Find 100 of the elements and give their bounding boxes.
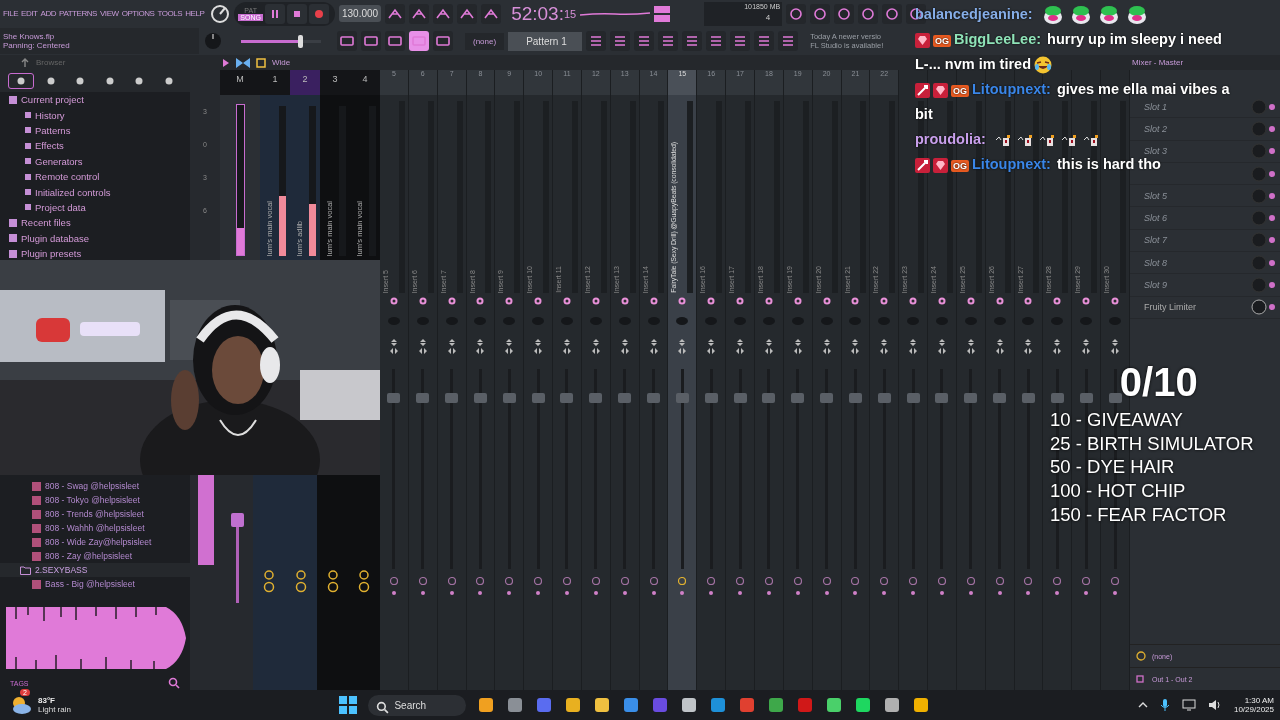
pan-icon[interactable] [418, 339, 427, 355]
app-icon[interactable] [593, 696, 612, 714]
send-icon[interactable] [563, 297, 571, 305]
fader-thumb[interactable] [618, 393, 632, 403]
pan-icon[interactable] [1053, 339, 1062, 355]
sample-item[interactable]: Bass - Big @helpsisleet [0, 577, 190, 591]
network-icon[interactable] [1181, 699, 1196, 711]
strip-header[interactable]: 1 [260, 70, 290, 95]
pause-icon[interactable] [269, 8, 280, 19]
pan-icon[interactable] [966, 339, 975, 355]
effect-slot[interactable]: Slot 1 [1130, 96, 1280, 119]
fader-thumb[interactable] [877, 393, 891, 403]
fader-thumb[interactable] [848, 393, 862, 403]
mixer-layout-label[interactable]: Wide [272, 58, 291, 67]
routing-icon[interactable] [649, 577, 658, 597]
fader-thumb[interactable] [445, 393, 459, 403]
menu-item[interactable]: HELP [185, 9, 205, 18]
fader-thumb[interactable] [820, 393, 834, 403]
pan-icon[interactable] [1024, 339, 1033, 355]
send-icon[interactable] [1082, 297, 1091, 305]
effect-slot[interactable]: Slot 9 [1130, 274, 1280, 297]
fader-thumb[interactable] [531, 393, 545, 403]
routing-icon[interactable] [678, 577, 687, 597]
routing-icon[interactable] [563, 577, 571, 597]
chat-username[interactable]: BiggLeeLee: [954, 31, 1042, 47]
stop-button[interactable] [286, 3, 307, 24]
app-icon[interactable] [709, 696, 728, 714]
tree-item[interactable]: Effects [8, 138, 190, 154]
send-icon[interactable] [1053, 297, 1062, 305]
weather-icon[interactable] [10, 695, 32, 715]
menu-item[interactable]: VIEW [100, 9, 119, 18]
effect-slot[interactable]: Slot 8 [1130, 252, 1280, 275]
route-icons[interactable] [294, 570, 307, 594]
pan-icon[interactable] [937, 339, 946, 355]
send-icon[interactable] [764, 297, 773, 305]
send-icon[interactable] [591, 297, 600, 305]
search-field[interactable]: Search [368, 694, 467, 716]
effect-slot[interactable]: Slot 5 [1130, 185, 1280, 208]
tree-item[interactable]: Generators [8, 153, 190, 169]
routing-icon[interactable] [505, 577, 514, 597]
channel-selector[interactable]: (none) [465, 32, 505, 50]
routing-icon[interactable] [1024, 577, 1033, 597]
effect-slot[interactable]: Fruity Limiter [1130, 296, 1280, 319]
fader-thumb[interactable] [387, 393, 401, 403]
pan-icon[interactable] [793, 339, 802, 355]
routing-icon[interactable] [736, 577, 745, 597]
knob-icon[interactable] [203, 31, 223, 51]
fader-thumb[interactable] [502, 393, 516, 403]
slider-thumb[interactable] [298, 34, 304, 48]
routing-icon[interactable] [476, 577, 485, 597]
pan-icon[interactable] [880, 339, 889, 355]
fader-thumb[interactable] [704, 393, 718, 403]
knob-icon[interactable] [1250, 120, 1276, 137]
routing-icon[interactable] [851, 577, 860, 597]
routing-icon[interactable] [966, 577, 975, 597]
fader-thumb[interactable] [647, 393, 660, 403]
knob-icon[interactable] [1250, 165, 1276, 182]
fader-thumb[interactable] [1050, 393, 1064, 403]
fader-thumb[interactable] [791, 393, 805, 403]
fader-thumb[interactable] [935, 393, 949, 403]
routing-icon[interactable] [822, 577, 831, 597]
routing-icon[interactable] [1082, 577, 1091, 597]
send-icon[interactable] [447, 297, 456, 305]
volume-icon[interactable] [1207, 699, 1222, 711]
tree-item[interactable]: History [8, 107, 190, 123]
fader-thumb[interactable] [1108, 393, 1122, 403]
play-icon[interactable] [222, 58, 230, 67]
send-icon[interactable] [1024, 297, 1033, 305]
clock-date[interactable]: 10/29/2025 [1233, 705, 1274, 714]
send-icon[interactable] [1111, 297, 1119, 305]
tree-item[interactable]: Plugin database [8, 230, 190, 246]
routing-icon[interactable] [909, 577, 918, 597]
tree-item[interactable]: Initialized controls [8, 184, 190, 200]
knob-icon[interactable] [1250, 299, 1276, 316]
send-icon[interactable] [966, 297, 975, 305]
fader-thumb[interactable] [473, 393, 487, 403]
effect-slot[interactable]: Slot 6 [1130, 207, 1280, 230]
tree-item[interactable]: Patterns [8, 122, 190, 139]
pattern-selector[interactable]: Pattern 1 [508, 31, 583, 51]
chat-username[interactable]: Litoupnext: [972, 156, 1051, 172]
route-icons[interactable] [326, 570, 339, 594]
send-icon[interactable] [707, 297, 716, 305]
window-icon[interactable] [256, 57, 266, 68]
pan-icon[interactable] [505, 339, 514, 355]
send-icon[interactable] [822, 297, 831, 305]
strip-header[interactable]: 4 [350, 70, 380, 95]
record-icon[interactable] [313, 8, 324, 19]
pan-icon[interactable] [476, 339, 485, 355]
tempo-field[interactable]: 130.000 [338, 5, 382, 22]
routing-icon[interactable] [707, 577, 716, 597]
bow-tie-icon[interactable] [236, 57, 250, 68]
app-icon[interactable] [477, 696, 496, 714]
send-icon[interactable] [476, 297, 485, 305]
send-icon[interactable] [736, 297, 745, 305]
send-icon[interactable] [389, 297, 398, 305]
tree-item[interactable]: Current project [8, 92, 190, 108]
pan-icon[interactable] [764, 339, 773, 355]
routing-icon[interactable] [764, 577, 773, 597]
fader-thumb[interactable] [1022, 393, 1035, 403]
menu-item[interactable]: EDIT [21, 9, 38, 18]
